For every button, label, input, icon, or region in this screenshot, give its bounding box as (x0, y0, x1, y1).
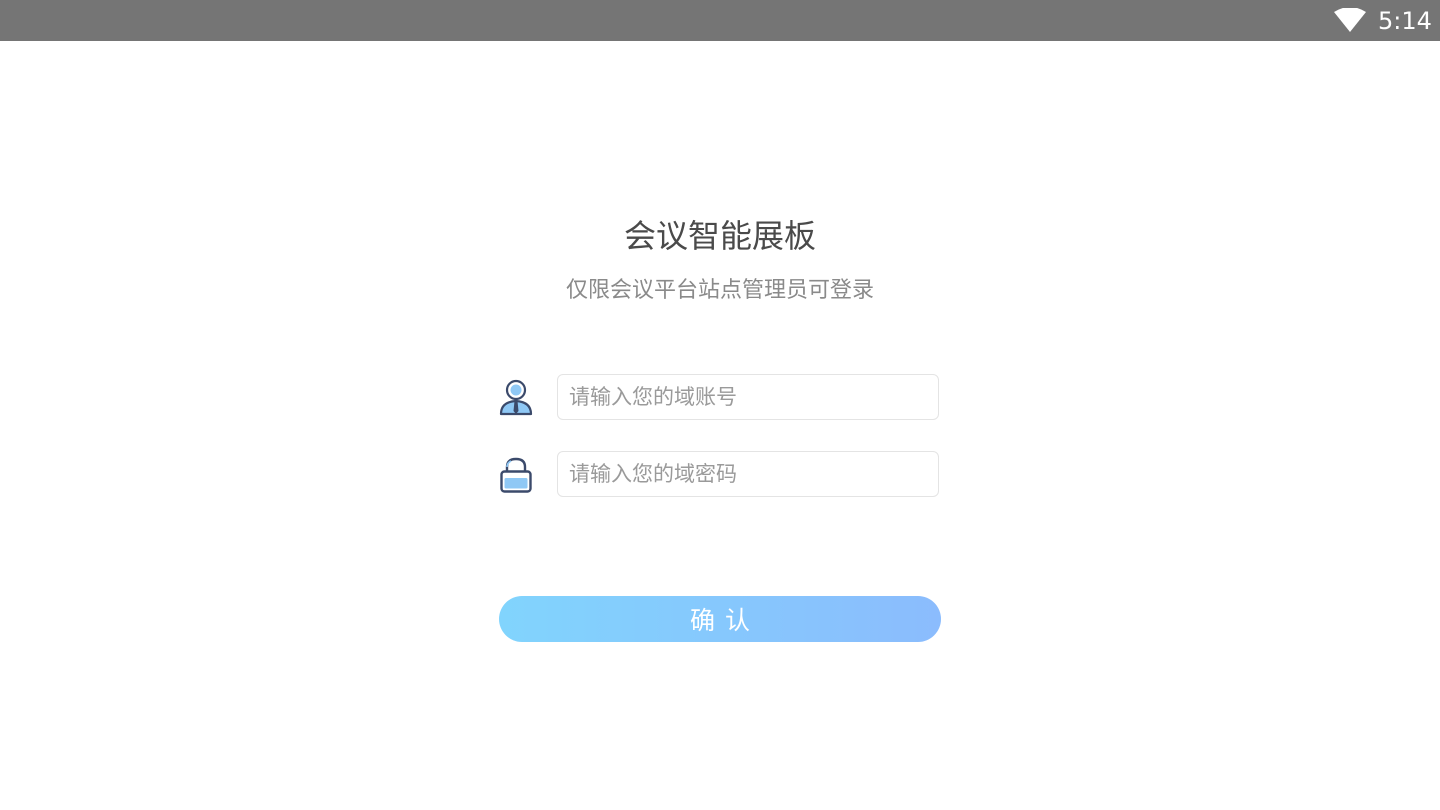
page-subtitle: 仅限会议平台站点管理员可登录 (565, 278, 874, 303)
confirm-button[interactable]: 确认 (499, 596, 941, 642)
page-title: 会议智能展板 (623, 217, 816, 255)
password-input[interactable] (558, 452, 938, 496)
user-icon (499, 379, 533, 416)
password-field[interactable] (557, 451, 939, 497)
status-time: 5:14 (1378, 7, 1432, 35)
username-input[interactable] (558, 375, 938, 419)
status-bar: 5:14 (0, 0, 1440, 41)
username-field[interactable] (557, 374, 939, 420)
wifi-icon (1334, 8, 1366, 32)
lock-icon (500, 457, 532, 493)
